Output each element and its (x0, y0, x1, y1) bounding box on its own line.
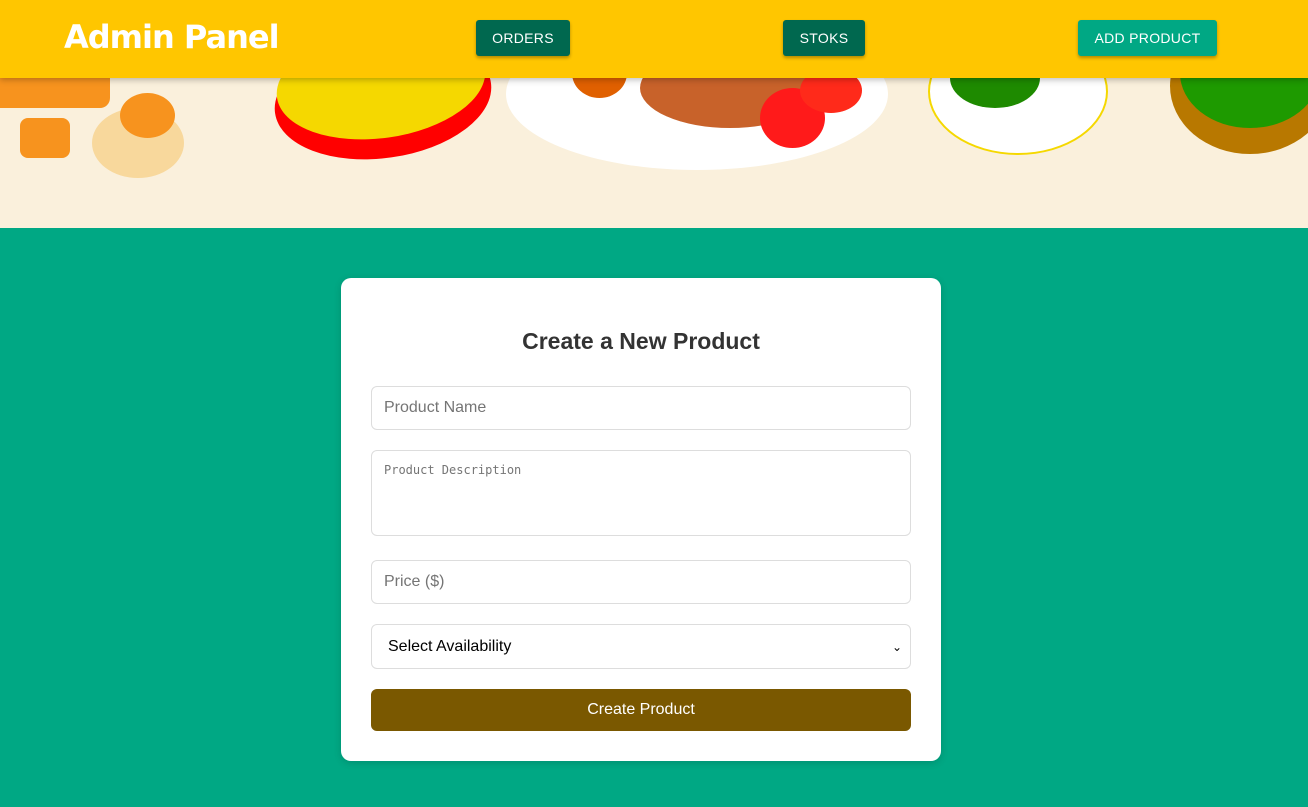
form-title: Create a New Product (522, 328, 760, 354)
product-name-input[interactable] (371, 386, 911, 430)
stoks-button[interactable]: STOKS (783, 20, 865, 56)
price-input[interactable] (371, 560, 911, 604)
brand-title: Admin Panel (64, 18, 280, 56)
food-banner-image (0, 78, 1308, 228)
top-nav-bar: Admin Panel ORDERS STOKS ADD PRODUCT (0, 0, 1308, 78)
create-product-button[interactable]: Create Product (371, 689, 911, 731)
orders-button[interactable]: ORDERS (476, 20, 570, 56)
product-description-textarea[interactable] (371, 450, 911, 536)
availability-select[interactable]: Select Availability (371, 624, 911, 669)
create-product-card: Create a New Product Select Availability… (341, 278, 941, 761)
add-product-button[interactable]: ADD PRODUCT (1078, 20, 1217, 56)
